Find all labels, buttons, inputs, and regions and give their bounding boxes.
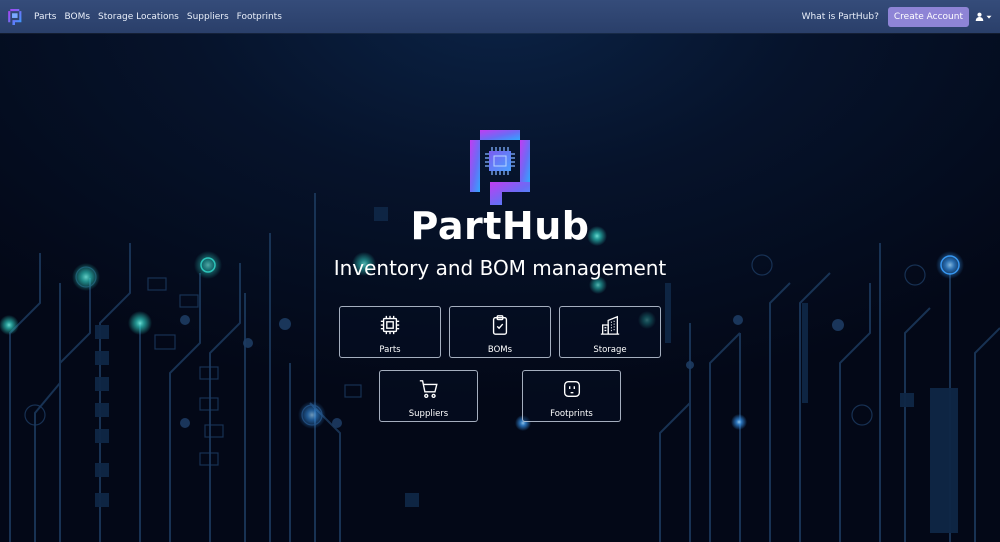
card-parts-label: Parts [379,345,401,355]
what-is-parthub-link[interactable]: What is PartHub? [802,12,879,22]
card-storage[interactable]: Storage [559,306,661,358]
card-suppliers[interactable]: Suppliers [379,370,478,422]
user-menu-toggle[interactable] [975,12,992,21]
card-boms[interactable]: BOMs [449,306,551,358]
card-footprints[interactable]: Footprints [522,370,621,422]
hero-subtitle: Inventory and BOM management [333,256,667,280]
user-icon [975,12,984,21]
card-suppliers-label: Suppliers [408,409,449,419]
nav-right: What is PartHub? Create Account [802,6,992,27]
card-parts[interactable]: Parts [339,306,441,358]
nav-links: Parts BOMs Storage Locations Suppliers F… [34,12,290,22]
caret-down-icon [986,15,992,19]
parthub-hero-logo [468,130,532,205]
nav-link-footprints[interactable]: Footprints [237,12,282,22]
card-storage-label: Storage [593,345,627,355]
building-icon [599,313,621,337]
nav-link-parts[interactable]: Parts [34,12,56,22]
card-footprints-label: Footprints [550,409,593,419]
hero-title: PartHub [410,204,590,248]
top-navbar: Parts BOMs Storage Locations Suppliers F… [0,0,1000,33]
clipboard-check-icon [489,313,511,337]
circuit-background [0,193,1000,542]
nav-link-storage-locations[interactable]: Storage Locations [98,12,179,22]
outlet-icon [561,377,583,401]
parthub-logo-icon[interactable] [8,8,22,25]
chip-icon [379,313,401,337]
nav-link-boms[interactable]: BOMs [64,12,90,22]
cart-icon [418,377,440,401]
card-boms-label: BOMs [487,345,513,355]
create-account-button[interactable]: Create Account [887,6,969,27]
nav-link-suppliers[interactable]: Suppliers [187,12,229,22]
